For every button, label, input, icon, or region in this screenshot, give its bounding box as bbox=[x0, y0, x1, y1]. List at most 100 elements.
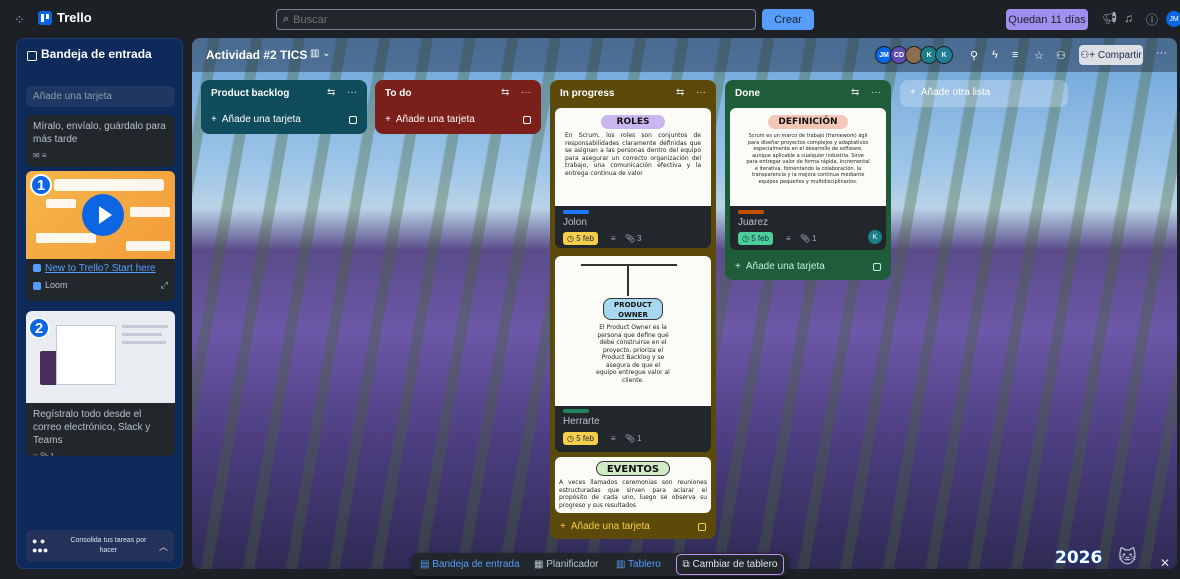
list-menu-icon[interactable]: ··· bbox=[871, 87, 881, 98]
add-card-button[interactable]: + Añade una tarjeta bbox=[560, 521, 650, 532]
pin-icon[interactable]: ⚲ bbox=[970, 49, 978, 62]
collapse-icon[interactable]: ⇆ bbox=[676, 87, 684, 98]
collapse-icon[interactable]: ⇆ bbox=[327, 87, 335, 98]
card-eventos[interactable]: EVENTOS A veces llamados ceremonias son … bbox=[555, 457, 711, 513]
tutorial-link[interactable]: New to Trello? Start here bbox=[26, 259, 175, 278]
board-header: Actividad #2 TICS ▥ ⌄ JM CD K K ⚲ ϟ ≡ ☆ ⚇ ⚇… bbox=[192, 38, 1177, 72]
due-date-badge[interactable]: ◷ 5 feb bbox=[563, 432, 598, 445]
chevron-up-icon[interactable]: ︿ bbox=[159, 540, 168, 553]
board-view-switcher[interactable]: ▥ ⌄ bbox=[310, 48, 331, 59]
board-canvas: Actividad #2 TICS ▥ ⌄ JM CD K K ⚲ ϟ ≡ ☆ ⚇ ⚇… bbox=[192, 38, 1177, 569]
attachment-count: 3 bbox=[637, 234, 642, 243]
due-date: 5 feb bbox=[576, 234, 594, 243]
tutorial-2-meta: ≡ 📎︎1 bbox=[26, 452, 175, 456]
card-product-owner[interactable]: PRODUCT OWNER El Product Owner es la per… bbox=[555, 256, 711, 452]
board-members: JM CD K K bbox=[875, 46, 953, 64]
add-list-button[interactable]: + Añade otra lista bbox=[900, 80, 1068, 107]
close-promo-icon[interactable]: ✕ bbox=[1160, 556, 1170, 570]
attachment-count: 1 bbox=[637, 434, 642, 443]
cover-heading: ROLES bbox=[601, 115, 665, 129]
description-icon: ≡ bbox=[786, 234, 791, 243]
collapse-icon[interactable]: ⇆ bbox=[501, 87, 509, 98]
add-card-label: Añade una tarjeta bbox=[745, 261, 825, 272]
add-card-button[interactable]: + Añade una tarjeta bbox=[211, 114, 301, 125]
search-input[interactable] bbox=[293, 13, 734, 26]
tutorial-card-1[interactable]: 1 New to Trello? Start here Loom ⤢ bbox=[26, 171, 175, 301]
list-title[interactable]: To do bbox=[385, 88, 411, 99]
card-member-avatar[interactable]: K bbox=[868, 230, 882, 244]
cover-text: Scrum es un marco de trabajo (framework)… bbox=[746, 133, 870, 185]
megaphone-icon[interactable]: 📢︎ bbox=[1102, 11, 1117, 25]
automation-icon[interactable]: ϟ bbox=[992, 49, 998, 61]
card-title: Herrarte bbox=[563, 416, 600, 427]
template-icon[interactable] bbox=[873, 263, 881, 271]
user-initials: JM bbox=[1169, 15, 1179, 23]
filter-icon[interactable]: ≡ bbox=[1012, 49, 1018, 61]
tutorial-card-2[interactable]: 2 Regístralo todo desde el correo electr… bbox=[26, 311, 175, 456]
cover-text: A veces llamados ceremonias son reunione… bbox=[559, 479, 707, 509]
list-title[interactable]: In progress bbox=[560, 88, 614, 99]
step-number-2: 2 bbox=[28, 317, 50, 339]
card-definicion[interactable]: DEFINICIÓN Scrum es un marco de trabajo … bbox=[730, 108, 886, 250]
nav-board-label: Tablero bbox=[628, 559, 661, 570]
trial-label: Quedan 11 días bbox=[1008, 13, 1086, 26]
nav-planner[interactable]: ▦ Planificador bbox=[534, 559, 599, 570]
card-cover-image: ROLES En Scrum, los roles son conjuntos … bbox=[555, 108, 711, 206]
template-icon[interactable] bbox=[698, 523, 706, 531]
more-icon[interactable]: ··· bbox=[1156, 47, 1167, 59]
card-roles[interactable]: ROLES En Scrum, los roles son conjuntos … bbox=[555, 108, 711, 248]
nav-inbox-label: Bandeja de entrada bbox=[432, 559, 520, 570]
due-date-badge[interactable]: ◷ 5 feb bbox=[738, 232, 773, 245]
template-icon[interactable] bbox=[349, 116, 357, 124]
member-avatar[interactable]: K bbox=[935, 46, 953, 64]
promo-2026-badge[interactable]: 2026 bbox=[1055, 548, 1102, 568]
card-cover-image: EVENTOS A veces llamados ceremonias son … bbox=[555, 457, 711, 513]
list-menu-icon[interactable]: ··· bbox=[521, 87, 531, 98]
tutorial-source: Loom bbox=[45, 280, 68, 290]
trello-logo-icon bbox=[38, 10, 52, 25]
help-icon[interactable]: ⓘ bbox=[1146, 11, 1158, 28]
due-date: 5 feb bbox=[576, 434, 594, 443]
share-icon: ⚇+ bbox=[1080, 49, 1098, 61]
list-in-progress: In progress ⇆ ··· ROLES En Scrum, los ro… bbox=[550, 80, 716, 539]
mascot-icon: 🐱︎ bbox=[1118, 547, 1137, 567]
switch-board-button[interactable]: ⧉ Cambiar de tablero bbox=[676, 554, 784, 575]
list-title[interactable]: Product backlog bbox=[211, 88, 289, 99]
trello-logo[interactable]: Trello bbox=[38, 10, 92, 25]
expand-icon[interactable]: ⤢ bbox=[161, 280, 168, 291]
list-menu-icon[interactable]: ··· bbox=[696, 87, 706, 98]
inbox-add-card-input[interactable]: Añade una tarjeta bbox=[26, 86, 175, 107]
card-label bbox=[738, 210, 764, 214]
board-title[interactable]: Actividad #2 TICS bbox=[206, 48, 307, 62]
consolidate-tasks-banner[interactable]: ● ● ●●● Consolida tus tareas por hacer ︿ bbox=[26, 530, 174, 562]
template-icon[interactable] bbox=[523, 116, 531, 124]
visibility-icon[interactable]: ⚇ bbox=[1056, 49, 1066, 62]
app-switcher-icon[interactable]: ⁘ bbox=[14, 12, 25, 28]
consolidate-text: Consolida tus tareas por hacer bbox=[70, 537, 147, 554]
trial-badge[interactable]: Quedan 11 días bbox=[1006, 9, 1088, 30]
cover-text: El Product Owner es la persona que defin… bbox=[596, 324, 670, 384]
bell-icon[interactable]: ♫ bbox=[1124, 11, 1133, 25]
create-button[interactable]: Crear bbox=[762, 9, 814, 30]
inbox-card[interactable]: Míralo, envíalo, guárdalo para más tarde… bbox=[26, 115, 175, 167]
nav-board[interactable]: ▥ Tablero bbox=[616, 559, 661, 570]
collapse-icon[interactable]: ⇆ bbox=[851, 87, 859, 98]
nav-inbox[interactable]: ▤ Bandeja de entrada bbox=[420, 559, 520, 570]
share-button[interactable]: ⚇+ Compartir bbox=[1079, 45, 1143, 65]
add-card-button[interactable]: + Añade una tarjeta bbox=[735, 261, 825, 272]
due-date-badge[interactable]: ◷ 5 feb bbox=[563, 232, 598, 245]
search-box[interactable]: ⌕ bbox=[276, 9, 756, 30]
card-title: Juarez bbox=[738, 217, 769, 228]
card-label bbox=[563, 409, 589, 413]
star-icon[interactable]: ☆ bbox=[1034, 49, 1044, 62]
play-icon[interactable] bbox=[82, 194, 124, 236]
add-card-label: Añade una tarjeta bbox=[395, 114, 475, 125]
search-icon: ⌕ bbox=[283, 13, 290, 25]
add-list-label: Añade otra lista bbox=[920, 87, 991, 98]
list-title[interactable]: Done bbox=[735, 88, 760, 99]
add-card-button[interactable]: + Añade una tarjeta bbox=[385, 114, 475, 125]
list-menu-icon[interactable]: ··· bbox=[347, 87, 357, 98]
tutorial-2-text: Regístralo todo desde el correo electrón… bbox=[33, 409, 151, 446]
tutorial-2-attachments: 1 bbox=[50, 452, 54, 456]
user-avatar[interactable]: JM bbox=[1166, 11, 1180, 27]
